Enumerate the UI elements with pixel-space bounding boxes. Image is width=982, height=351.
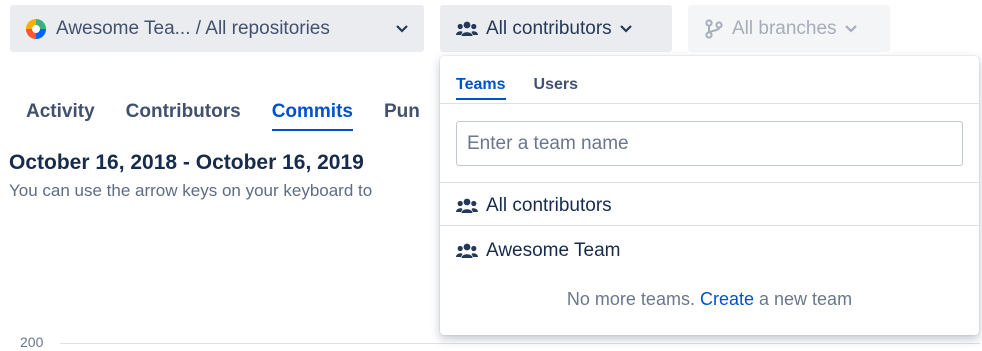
branches-filter-button[interactable]: All branches	[688, 5, 890, 52]
footer-suffix-text: a new team	[759, 289, 853, 309]
team-option-label: Awesome Team	[486, 240, 621, 261]
tab-teams[interactable]: Teams	[456, 76, 506, 100]
repository-filter-label: Awesome Tea... / All repositories	[56, 17, 330, 39]
team-option-label: All contributors	[486, 195, 612, 216]
team-option-awesome-team[interactable]: Awesome Team	[456, 236, 620, 266]
contributors-filter-label: All contributors	[486, 17, 612, 39]
chart-y-tick-label: 200	[20, 334, 44, 350]
report-tabs: Activity Contributors Commits Pun	[26, 101, 451, 131]
divider	[440, 225, 979, 226]
contributors-dropdown: Teams Users All contributors	[440, 56, 979, 335]
footer-prefix-text: No more teams.	[566, 289, 695, 309]
dropdown-tabs: Teams Users	[456, 76, 606, 100]
tab-contributors[interactable]: Contributors	[126, 101, 241, 131]
team-option-all-contributors[interactable]: All contributors	[456, 191, 612, 221]
branches-filter-label: All branches	[732, 17, 837, 39]
workspace-logo-icon	[26, 18, 46, 39]
divider	[440, 182, 979, 183]
date-range-title: October 16, 2018 - October 16, 2019	[9, 151, 364, 174]
tab-activity[interactable]: Activity	[26, 101, 95, 131]
contributors-filter-button[interactable]: All contributors	[440, 5, 672, 52]
people-icon	[456, 21, 478, 36]
tab-users[interactable]: Users	[534, 76, 578, 100]
people-icon	[456, 198, 478, 213]
page: Awesome Tea... / All repositories All co…	[0, 0, 982, 351]
keyboard-hint-text: You can use the arrow keys on your keybo…	[9, 181, 373, 200]
team-search-input[interactable]	[456, 121, 963, 166]
branch-icon	[705, 18, 723, 39]
chevron-down-icon	[396, 24, 408, 33]
tab-punchcard[interactable]: Pun	[384, 101, 420, 131]
chevron-down-icon	[619, 24, 632, 33]
repository-filter-button[interactable]: Awesome Tea... / All repositories	[10, 5, 424, 52]
divider	[440, 103, 979, 104]
chart-grid-line	[60, 343, 980, 344]
create-team-link[interactable]: Create	[700, 289, 754, 309]
tab-commits[interactable]: Commits	[271, 101, 354, 131]
dropdown-footer: No more teams. Create a new team	[440, 289, 979, 310]
chevron-down-icon	[844, 24, 857, 33]
people-icon	[456, 243, 478, 258]
